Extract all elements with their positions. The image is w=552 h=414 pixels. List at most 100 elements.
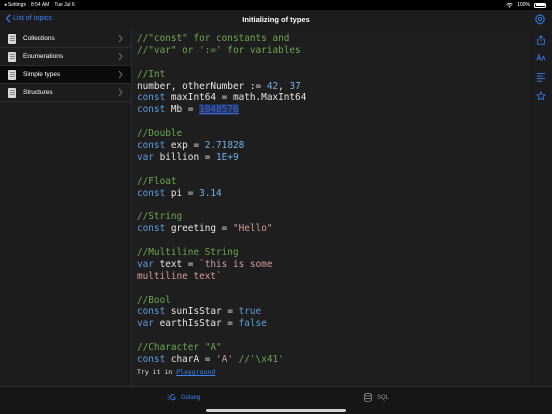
code-token: //Bool	[137, 294, 171, 306]
code-token: charA =	[165, 354, 217, 366]
golang-icon	[167, 394, 176, 401]
document-icon	[8, 87, 16, 98]
code-token: const	[137, 104, 166, 116]
tab-label: SQL	[377, 394, 390, 401]
topics-sidebar: Collections Enumerations Simple types St…	[0, 30, 132, 386]
code-token: //String	[137, 211, 183, 223]
code-line: const maxInt64 = math.MaxInt64	[137, 92, 306, 104]
tab-label: Golang	[181, 394, 201, 401]
code-token: text =	[153, 258, 200, 270]
code-line: const exp = 2.71828	[137, 140, 306, 152]
gear-icon[interactable]	[534, 13, 546, 25]
code-token: "Hello"	[232, 223, 273, 235]
code-line: //Double	[137, 128, 306, 140]
code-line: //"const" for constants and	[137, 33, 306, 45]
code-token: //Float	[137, 175, 177, 187]
code-token: //Character "A"	[137, 342, 222, 354]
code-block: //"const" for constants and//"var" or ':…	[137, 33, 306, 366]
code-token: true	[238, 306, 262, 318]
code-token: var	[137, 318, 154, 330]
tab-sql[interactable]: SQL	[363, 393, 389, 402]
chevron-right-icon	[118, 70, 123, 79]
code-token: `this is some	[199, 258, 273, 270]
code-token: greeting =	[165, 223, 233, 235]
try-it-text: Try it in Playground	[137, 368, 215, 376]
align-left-icon[interactable]	[536, 72, 546, 82]
code-line: //Bool	[137, 295, 306, 307]
code-token: multiline text`	[137, 270, 222, 282]
code-token: const	[137, 140, 166, 152]
code-token: 3.14	[199, 187, 222, 199]
code-token: 'A'	[216, 354, 233, 366]
code-token: 1E+9	[216, 151, 239, 163]
code-toolbar	[530, 30, 552, 386]
status-time: 8:54 AM	[30, 2, 50, 8]
code-token: const	[137, 223, 166, 235]
code-token: billion =	[153, 151, 217, 163]
code-token: sunIsStar =	[165, 306, 239, 318]
battery-percent: 100%	[517, 2, 530, 8]
tab-golang[interactable]: Golang	[167, 393, 200, 402]
code-token: var	[137, 258, 154, 270]
code-token: const	[137, 187, 166, 199]
code-line: var text = `this is some	[137, 259, 306, 271]
share-icon[interactable]	[536, 35, 546, 45]
code-token: ,	[278, 80, 290, 92]
code-token: //"var" or ':=' for variables	[137, 44, 301, 56]
code-line: const charA = 'A' //'\x41'	[137, 354, 306, 366]
back-to-settings[interactable]: ◂ Settings	[4, 2, 26, 8]
code-token: number, otherNumber :=	[137, 80, 267, 92]
wifi-icon	[506, 2, 513, 8]
code-token: maxInt64 = math.MaxInt64	[165, 92, 307, 104]
code-token: const	[137, 354, 166, 366]
document-icon	[8, 51, 16, 62]
document-icon	[8, 69, 16, 80]
text-size-icon[interactable]	[536, 53, 546, 63]
battery-icon	[534, 2, 546, 8]
code-token: 42	[266, 80, 279, 92]
code-token: //Int	[137, 68, 166, 80]
code-line: var billion = 1E+9	[137, 152, 306, 164]
sidebar-item-structures[interactable]: Structures	[0, 84, 131, 102]
code-line: var earthIsStar = false	[137, 318, 306, 330]
status-bar: ◂ Settings 8:54 AM Tue Jul 6 100%	[0, 0, 552, 10]
sidebar-item-label: Collections	[23, 35, 55, 42]
code-line: number, otherNumber := 42, 37	[137, 81, 306, 93]
code-token: pi =	[165, 187, 200, 199]
sidebar-item-simple-types[interactable]: Simple types	[0, 66, 131, 84]
sidebar-item-enumerations[interactable]: Enumerations	[0, 48, 131, 66]
home-indicator[interactable]	[206, 409, 346, 412]
code-line: const pi = 3.14	[137, 188, 306, 200]
chevron-right-icon	[118, 52, 123, 61]
tab-bar: Golang SQL	[0, 386, 552, 414]
code-line: multiline text`	[137, 271, 306, 283]
code-token: 37	[289, 80, 301, 92]
sidebar-item-label: Enumerations	[23, 53, 64, 60]
code-token: const	[137, 306, 166, 318]
code-line: const sunIsStar = true	[137, 306, 306, 318]
sidebar-item-collections[interactable]: Collections	[0, 30, 131, 48]
document-icon	[8, 33, 16, 44]
code-token: //Double	[137, 128, 183, 140]
code-token: false	[238, 318, 267, 330]
sidebar-item-label: Structures	[23, 89, 53, 96]
playground-link[interactable]: Playground	[176, 368, 215, 376]
code-token: var	[137, 151, 154, 163]
code-line: //Multiline String	[137, 247, 306, 259]
code-line: //String	[137, 211, 306, 223]
code-line: const greeting = "Hello"	[137, 223, 306, 235]
code-link[interactable]: 1048576	[199, 104, 239, 116]
detail-header: Initializing of types	[132, 10, 552, 30]
star-icon[interactable]	[536, 91, 546, 101]
database-icon	[364, 393, 372, 402]
code-token: 2.71828	[204, 140, 245, 152]
code-token: earthIsStar =	[153, 318, 239, 330]
code-line: //"var" or ':=' for variables	[137, 45, 306, 57]
code-viewer[interactable]: //"const" for constants and//"var" or ':…	[132, 30, 530, 386]
code-token: //'\x41'	[232, 354, 284, 366]
code-line: //Int	[137, 69, 306, 81]
